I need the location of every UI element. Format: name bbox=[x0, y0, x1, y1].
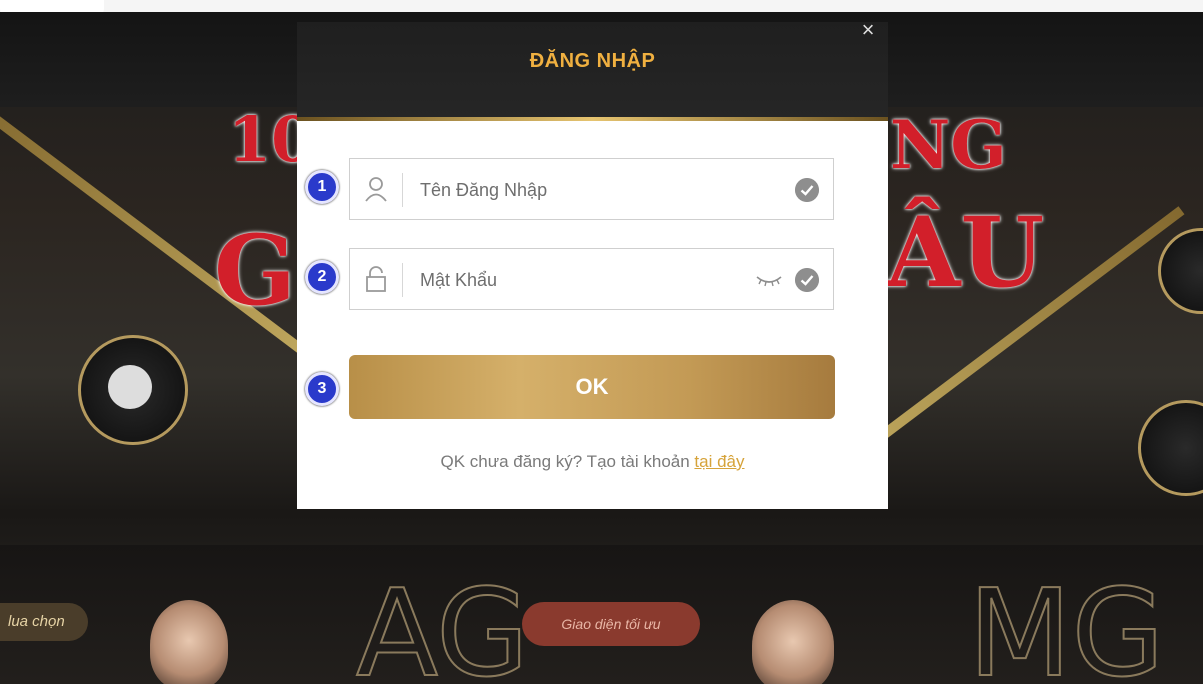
login-modal-title: ĐĂNG NHẬP bbox=[529, 50, 656, 72]
username-field[interactable] bbox=[349, 158, 834, 220]
model-portrait-right bbox=[752, 600, 834, 684]
bg-headline-fragment-4: ÂU bbox=[886, 196, 1045, 309]
mg-logo-text: MG bbox=[967, 565, 1166, 684]
ok-button[interactable]: OK bbox=[349, 355, 835, 419]
sports-game-circle[interactable] bbox=[1138, 400, 1203, 496]
close-button[interactable]: × bbox=[856, 18, 880, 42]
top-strip bbox=[0, 0, 1203, 12]
model-portrait-left bbox=[150, 600, 228, 684]
step-badge-2: 2 bbox=[305, 260, 339, 294]
ag-logo-text: AG bbox=[355, 565, 530, 684]
optimized-ui-pill[interactable]: Giao diện tối ưu bbox=[522, 602, 700, 646]
user-icon bbox=[365, 177, 387, 202]
soccer-ball-icon bbox=[108, 365, 152, 409]
field-separator bbox=[402, 263, 403, 297]
password-field[interactable] bbox=[349, 248, 834, 310]
bg-headline-fragment-3: G bbox=[214, 214, 296, 327]
register-prompt: QK chưa đăng ký? Tạo tài khoản tại đây bbox=[297, 452, 888, 472]
eye-closed-icon[interactable] bbox=[755, 273, 783, 287]
bg-headline-fragment-2: NG bbox=[890, 106, 1007, 184]
check-icon bbox=[795, 178, 819, 202]
cards-game-circle[interactable] bbox=[1158, 228, 1203, 314]
username-input[interactable] bbox=[420, 175, 750, 205]
lock-icon bbox=[366, 266, 386, 292]
check-icon bbox=[795, 268, 819, 292]
field-separator bbox=[402, 173, 403, 207]
step-badge-3: 3 bbox=[305, 372, 339, 406]
password-input[interactable] bbox=[420, 265, 750, 295]
choice-pill[interactable]: lua chọn bbox=[0, 603, 88, 641]
register-prompt-text: QK chưa đăng ký? Tạo tài khoản bbox=[440, 452, 695, 471]
step-badge-1: 1 bbox=[305, 170, 339, 204]
register-link[interactable]: tại đây bbox=[694, 452, 744, 471]
